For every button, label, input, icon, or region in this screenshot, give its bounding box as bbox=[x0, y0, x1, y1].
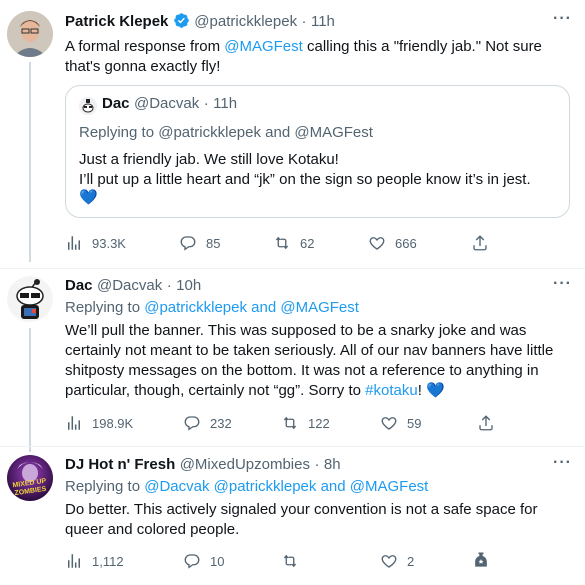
like-count: 59 bbox=[407, 415, 422, 431]
more-options-icon[interactable]: ··· bbox=[553, 10, 572, 28]
timestamp[interactable]: 8h bbox=[324, 456, 341, 473]
tweet-header: DJ Hot n' Fresh @MixedUpzombies · 8h bbox=[65, 456, 341, 474]
retweet-button[interactable]: 62 bbox=[273, 234, 314, 252]
like-button[interactable]: 59 bbox=[380, 414, 421, 432]
quote-avatar bbox=[79, 97, 97, 115]
mention-link[interactable]: @MAGFest bbox=[224, 38, 303, 55]
replying-targets[interactable]: @patrickklepek and @MAGFest bbox=[144, 299, 359, 316]
quote-timestamp: 11h bbox=[213, 95, 238, 112]
separator-dot: · bbox=[314, 456, 320, 473]
reply-count: 85 bbox=[206, 235, 221, 251]
quote-author-name: Dac bbox=[102, 95, 130, 112]
separator-dot: · bbox=[203, 95, 209, 112]
retweet-button[interactable]: 122 bbox=[281, 414, 330, 432]
tweet-text-part: We’ll pull the banner. This was supposed… bbox=[65, 322, 554, 399]
views-icon bbox=[68, 554, 80, 568]
blue-heart-emoji: 💙 bbox=[426, 382, 445, 399]
quote-text: Just a friendly jab. We still love Kotak… bbox=[79, 150, 564, 190]
quote-author-handle: @Dacvak bbox=[133, 95, 200, 112]
retweet-icon bbox=[283, 416, 297, 430]
divider bbox=[0, 446, 585, 447]
avatar[interactable] bbox=[7, 11, 53, 57]
like-count: 666 bbox=[395, 235, 417, 251]
avatar[interactable]: MIXED UP ZOMBIES bbox=[7, 455, 53, 501]
quote-text-line: I’ll put up a little heart and “jk” on t… bbox=[79, 171, 531, 188]
thread-line bbox=[29, 62, 31, 262]
separator-dot: · bbox=[166, 277, 172, 294]
blue-heart-emoji: 💙 bbox=[79, 189, 98, 206]
retweet-icon bbox=[275, 236, 289, 250]
reply-icon bbox=[180, 236, 196, 251]
separator-dot: · bbox=[301, 13, 307, 30]
reply-icon bbox=[184, 416, 200, 431]
views-button[interactable]: 198.9K bbox=[65, 414, 133, 432]
author-name[interactable]: DJ Hot n' Fresh bbox=[65, 456, 175, 473]
share-button[interactable] bbox=[471, 234, 498, 252]
replying-to: Replying to @patrickklepek and @MAGFest bbox=[65, 299, 359, 316]
reply-button[interactable]: 10 bbox=[183, 552, 224, 570]
author-handle[interactable]: @patrickklepek bbox=[194, 13, 297, 30]
tweet-text-part: ! bbox=[417, 382, 427, 399]
author-handle[interactable]: @Dacvak bbox=[97, 277, 162, 294]
quoted-tweet[interactable]: Dac @Dacvak · 11h Replying to @patrickkl… bbox=[65, 85, 570, 218]
more-options-icon[interactable]: ··· bbox=[553, 454, 572, 472]
replying-targets: @patrickklepek and @MAGFest bbox=[158, 124, 373, 141]
replying-targets[interactable]: @Dacvak @patrickklepek and @MAGFest bbox=[144, 478, 428, 495]
tweet-text-part: A formal response from bbox=[65, 38, 225, 55]
tweet-text: We’ll pull the banner. This was supposed… bbox=[65, 321, 555, 401]
replying-prefix: Replying to bbox=[65, 299, 145, 316]
tip-button[interactable] bbox=[471, 550, 500, 570]
retweet-button[interactable] bbox=[281, 552, 308, 570]
views-button[interactable]: 1,112 bbox=[65, 552, 124, 570]
tweet-text: Do better. This actively signaled your c… bbox=[65, 501, 538, 538]
share-button[interactable] bbox=[477, 414, 504, 432]
tip-jar-icon bbox=[475, 552, 487, 567]
timestamp[interactable]: 11h bbox=[311, 13, 335, 30]
quote-replying-to: Replying to @patrickklepek and @MAGFest bbox=[79, 124, 373, 141]
views-count: 93.3K bbox=[92, 235, 126, 251]
views-button[interactable]: 93.3K bbox=[65, 234, 126, 252]
reply-button[interactable]: 85 bbox=[179, 234, 220, 252]
author-name[interactable]: Patrick Klepek bbox=[65, 13, 168, 30]
divider bbox=[0, 268, 585, 269]
like-button[interactable]: 666 bbox=[368, 234, 417, 252]
replying-to: Replying to @Dacvak @patrickklepek and @… bbox=[65, 478, 428, 495]
heart-icon bbox=[369, 237, 385, 250]
heart-icon bbox=[381, 555, 397, 568]
like-button[interactable]: 2 bbox=[380, 552, 414, 570]
author-handle[interactable]: @MixedUpzombies bbox=[180, 456, 310, 473]
timestamp[interactable]: 10h bbox=[176, 277, 201, 294]
views-count: 198.9K bbox=[92, 415, 134, 431]
views-count: 1,112 bbox=[92, 553, 124, 569]
thread-line bbox=[29, 328, 31, 452]
hashtag-link[interactable]: #kotaku bbox=[365, 382, 418, 399]
quote-header: Dac @Dacvak · 11h bbox=[102, 95, 237, 113]
replying-prefix: Replying to bbox=[79, 124, 159, 141]
reply-count: 232 bbox=[210, 415, 232, 431]
verified-badge-icon bbox=[173, 12, 190, 34]
tweet-header: Patrick Klepek @patrickklepek · 11h bbox=[65, 12, 335, 34]
reply-icon bbox=[184, 554, 200, 569]
views-icon bbox=[68, 236, 80, 250]
heart-icon bbox=[381, 417, 397, 430]
tweet-text: A formal response from @MAGFest calling … bbox=[65, 37, 565, 77]
tweet-header: Dac @Dacvak · 10h bbox=[65, 277, 201, 295]
more-options-icon[interactable]: ··· bbox=[553, 275, 572, 293]
replying-prefix: Replying to bbox=[65, 478, 145, 495]
author-name[interactable]: Dac bbox=[65, 277, 93, 294]
retweet-icon bbox=[283, 554, 297, 568]
share-icon bbox=[479, 415, 493, 431]
reply-count: 10 bbox=[210, 553, 225, 569]
reply-button[interactable]: 232 bbox=[183, 414, 232, 432]
like-count: 2 bbox=[407, 553, 415, 569]
retweet-count: 62 bbox=[300, 235, 315, 251]
retweet-count: 122 bbox=[308, 415, 330, 431]
share-icon bbox=[473, 235, 487, 251]
views-icon bbox=[68, 416, 80, 430]
quote-text-line: Just a friendly jab. We still love Kotak… bbox=[79, 151, 339, 168]
avatar[interactable] bbox=[7, 276, 53, 322]
